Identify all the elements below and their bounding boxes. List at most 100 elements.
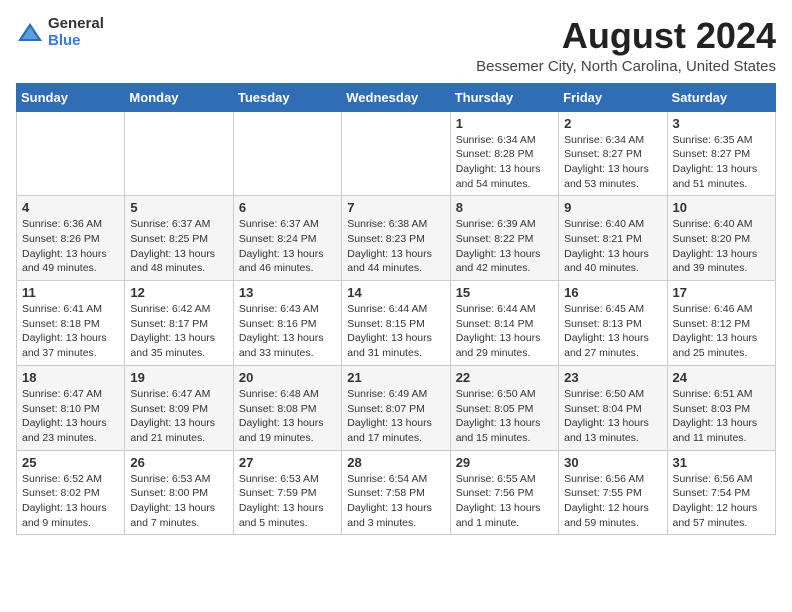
calendar-body: 1 Sunrise: 6:34 AM Sunset: 8:28 PM Dayli…	[17, 111, 776, 535]
day-daylight: Daylight: 13 hours and 3 minutes.	[347, 502, 432, 529]
day-daylight: Daylight: 13 hours and 51 minutes.	[673, 163, 758, 190]
cell-w0-d3	[342, 111, 450, 196]
day-number: 4	[22, 200, 119, 215]
logo-blue-text: Blue	[48, 33, 104, 50]
day-sunrise: Sunrise: 6:42 AM	[130, 303, 210, 315]
title-block: August 2024 Bessemer City, North Carolin…	[476, 16, 776, 75]
day-daylight: Daylight: 12 hours and 57 minutes.	[673, 502, 758, 529]
day-number: 28	[347, 455, 444, 470]
logo-general-text: General	[48, 16, 104, 33]
day-sunrise: Sunrise: 6:50 AM	[564, 388, 644, 400]
day-number: 12	[130, 285, 227, 300]
day-number: 9	[564, 200, 661, 215]
day-number: 27	[239, 455, 336, 470]
cell-w1-d3: 7 Sunrise: 6:38 AM Sunset: 8:23 PM Dayli…	[342, 196, 450, 281]
day-sunrise: Sunrise: 6:55 AM	[456, 473, 536, 485]
header-thursday: Thursday	[450, 83, 558, 111]
day-sunrise: Sunrise: 6:38 AM	[347, 218, 427, 230]
day-number: 23	[564, 370, 661, 385]
cell-w1-d6: 10 Sunrise: 6:40 AM Sunset: 8:20 PM Dayl…	[667, 196, 775, 281]
calendar-header: Sunday Monday Tuesday Wednesday Thursday…	[17, 83, 776, 111]
day-sunrise: Sunrise: 6:37 AM	[239, 218, 319, 230]
cell-w0-d1	[125, 111, 233, 196]
day-sunrise: Sunrise: 6:53 AM	[239, 473, 319, 485]
day-sunset: Sunset: 7:59 PM	[239, 487, 317, 499]
day-sunrise: Sunrise: 6:47 AM	[130, 388, 210, 400]
day-sunrise: Sunrise: 6:36 AM	[22, 218, 102, 230]
day-daylight: Daylight: 13 hours and 27 minutes.	[564, 332, 649, 359]
day-sunset: Sunset: 8:05 PM	[456, 403, 534, 415]
day-daylight: Daylight: 13 hours and 39 minutes.	[673, 248, 758, 275]
day-number: 3	[673, 116, 770, 131]
cell-w1-d2: 6 Sunrise: 6:37 AM Sunset: 8:24 PM Dayli…	[233, 196, 341, 281]
logo: General Blue	[16, 16, 104, 49]
day-sunset: Sunset: 8:12 PM	[673, 318, 751, 330]
day-number: 8	[456, 200, 553, 215]
week-row-0: 1 Sunrise: 6:34 AM Sunset: 8:28 PM Dayli…	[17, 111, 776, 196]
day-number: 21	[347, 370, 444, 385]
day-daylight: Daylight: 13 hours and 54 minutes.	[456, 163, 541, 190]
day-sunset: Sunset: 7:56 PM	[456, 487, 534, 499]
day-daylight: Daylight: 13 hours and 29 minutes.	[456, 332, 541, 359]
cell-w0-d5: 2 Sunrise: 6:34 AM Sunset: 8:27 PM Dayli…	[559, 111, 667, 196]
day-number: 29	[456, 455, 553, 470]
day-sunset: Sunset: 8:07 PM	[347, 403, 425, 415]
day-number: 16	[564, 285, 661, 300]
day-daylight: Daylight: 12 hours and 59 minutes.	[564, 502, 649, 529]
cell-w3-d5: 23 Sunrise: 6:50 AM Sunset: 8:04 PM Dayl…	[559, 365, 667, 450]
day-sunrise: Sunrise: 6:44 AM	[347, 303, 427, 315]
day-daylight: Daylight: 13 hours and 11 minutes.	[673, 417, 758, 444]
main-title: August 2024	[476, 16, 776, 56]
day-sunset: Sunset: 8:02 PM	[22, 487, 100, 499]
cell-w3-d6: 24 Sunrise: 6:51 AM Sunset: 8:03 PM Dayl…	[667, 365, 775, 450]
header-wednesday: Wednesday	[342, 83, 450, 111]
day-number: 22	[456, 370, 553, 385]
day-number: 13	[239, 285, 336, 300]
day-daylight: Daylight: 13 hours and 19 minutes.	[239, 417, 324, 444]
day-sunrise: Sunrise: 6:40 AM	[564, 218, 644, 230]
day-sunrise: Sunrise: 6:54 AM	[347, 473, 427, 485]
cell-w3-d0: 18 Sunrise: 6:47 AM Sunset: 8:10 PM Dayl…	[17, 365, 125, 450]
week-row-2: 11 Sunrise: 6:41 AM Sunset: 8:18 PM Dayl…	[17, 281, 776, 366]
header-friday: Friday	[559, 83, 667, 111]
day-sunset: Sunset: 8:13 PM	[564, 318, 642, 330]
cell-w2-d2: 13 Sunrise: 6:43 AM Sunset: 8:16 PM Dayl…	[233, 281, 341, 366]
day-number: 31	[673, 455, 770, 470]
day-daylight: Daylight: 13 hours and 35 minutes.	[130, 332, 215, 359]
day-sunrise: Sunrise: 6:53 AM	[130, 473, 210, 485]
header-saturday: Saturday	[667, 83, 775, 111]
day-sunrise: Sunrise: 6:47 AM	[22, 388, 102, 400]
page-header: General Blue August 2024 Bessemer City, …	[16, 16, 776, 75]
cell-w2-d5: 16 Sunrise: 6:45 AM Sunset: 8:13 PM Dayl…	[559, 281, 667, 366]
day-daylight: Daylight: 13 hours and 48 minutes.	[130, 248, 215, 275]
day-number: 15	[456, 285, 553, 300]
day-daylight: Daylight: 13 hours and 25 minutes.	[673, 332, 758, 359]
day-daylight: Daylight: 13 hours and 53 minutes.	[564, 163, 649, 190]
cell-w1-d4: 8 Sunrise: 6:39 AM Sunset: 8:22 PM Dayli…	[450, 196, 558, 281]
day-sunset: Sunset: 8:15 PM	[347, 318, 425, 330]
day-number: 20	[239, 370, 336, 385]
day-number: 6	[239, 200, 336, 215]
cell-w2-d6: 17 Sunrise: 6:46 AM Sunset: 8:12 PM Dayl…	[667, 281, 775, 366]
day-sunrise: Sunrise: 6:45 AM	[564, 303, 644, 315]
day-sunset: Sunset: 8:27 PM	[673, 148, 751, 160]
day-sunset: Sunset: 8:14 PM	[456, 318, 534, 330]
day-number: 1	[456, 116, 553, 131]
cell-w4-d4: 29 Sunrise: 6:55 AM Sunset: 7:56 PM Dayl…	[450, 450, 558, 535]
day-sunrise: Sunrise: 6:56 AM	[564, 473, 644, 485]
day-sunrise: Sunrise: 6:52 AM	[22, 473, 102, 485]
day-sunrise: Sunrise: 6:56 AM	[673, 473, 753, 485]
day-sunset: Sunset: 7:54 PM	[673, 487, 751, 499]
day-sunset: Sunset: 8:03 PM	[673, 403, 751, 415]
day-sunrise: Sunrise: 6:50 AM	[456, 388, 536, 400]
day-daylight: Daylight: 13 hours and 17 minutes.	[347, 417, 432, 444]
day-sunset: Sunset: 8:27 PM	[564, 148, 642, 160]
day-daylight: Daylight: 13 hours and 21 minutes.	[130, 417, 215, 444]
cell-w4-d3: 28 Sunrise: 6:54 AM Sunset: 7:58 PM Dayl…	[342, 450, 450, 535]
cell-w4-d1: 26 Sunrise: 6:53 AM Sunset: 8:00 PM Dayl…	[125, 450, 233, 535]
day-sunrise: Sunrise: 6:49 AM	[347, 388, 427, 400]
day-number: 10	[673, 200, 770, 215]
header-monday: Monday	[125, 83, 233, 111]
day-sunset: Sunset: 8:09 PM	[130, 403, 208, 415]
day-number: 18	[22, 370, 119, 385]
